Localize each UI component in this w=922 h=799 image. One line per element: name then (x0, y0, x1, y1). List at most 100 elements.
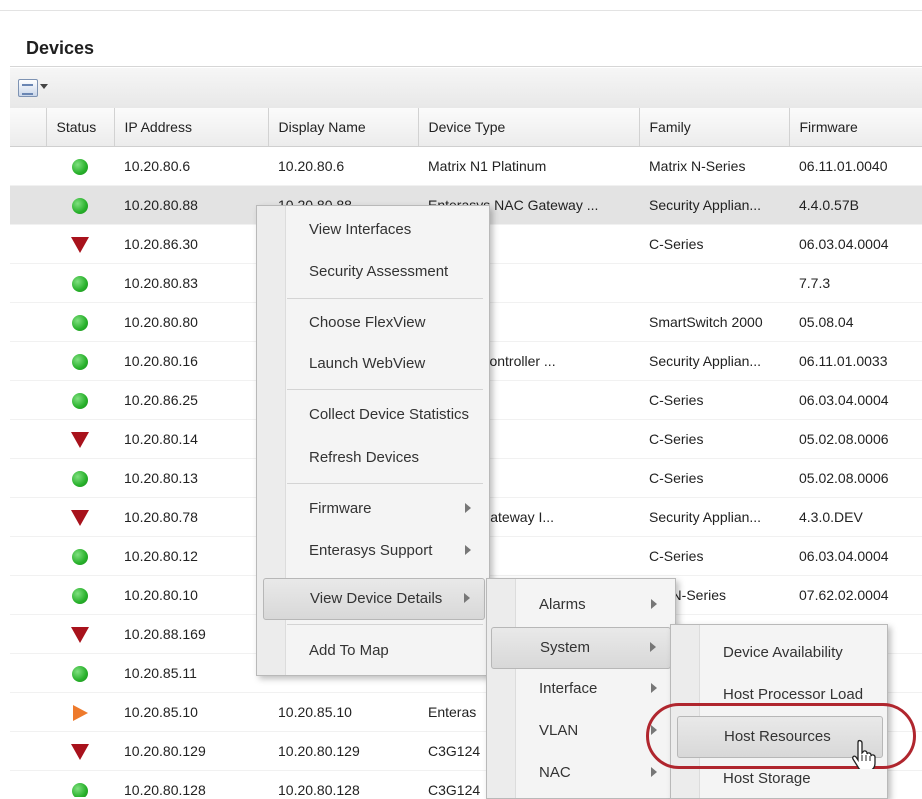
display-name-cell: 10.20.85.10 (268, 692, 418, 732)
column-header-status[interactable]: Status (46, 108, 115, 147)
status-down-icon (71, 236, 89, 253)
column-header-firmware[interactable]: Firmware (789, 108, 922, 147)
panel-divider (10, 66, 922, 67)
ip-address-cell: 10.20.80.80 (114, 302, 268, 342)
family-cell: Security Applian... (639, 497, 789, 537)
top-strip (0, 0, 922, 11)
column-header-ip-address[interactable]: IP Address (114, 108, 269, 147)
status-up-icon (72, 587, 88, 604)
status-cell (46, 419, 114, 459)
submenu-arrow-icon (651, 767, 657, 777)
ip-address-cell: 10.20.80.128 (114, 770, 268, 797)
status-cell (46, 575, 114, 615)
status-cell (46, 458, 114, 498)
column-header-display-name[interactable]: Display Name (268, 108, 419, 147)
grid-toolbar (10, 68, 922, 109)
status-down-icon (71, 626, 89, 643)
firmware-cell: 06.03.04.0004 (789, 380, 922, 420)
firmware-cell: 06.03.04.0004 (789, 224, 922, 264)
device-context-menu: View Interfaces Security Assessment Choo… (256, 205, 490, 676)
menu-item-alarms[interactable]: Alarms (515, 585, 671, 625)
row-spacer (10, 263, 46, 303)
status-up-icon (72, 470, 88, 487)
family-cell: Matrix N-Series (639, 146, 789, 186)
firmware-cell: 05.02.08.0006 (789, 458, 922, 498)
ip-address-cell: 10.20.86.25 (114, 380, 268, 420)
menu-item-label: Firmware (309, 500, 372, 517)
display-name-cell: 10.20.80.6 (268, 146, 418, 186)
table-header: Status IP Address Display Name Device Ty… (10, 108, 922, 147)
column-header-family[interactable]: Family (639, 108, 790, 147)
status-cell (46, 692, 114, 732)
status-cell (46, 263, 114, 303)
display-name-cell: 10.20.80.128 (268, 770, 418, 797)
status-cell (46, 224, 114, 264)
ip-address-cell: 10.20.85.10 (114, 692, 268, 732)
ip-address-cell: 10.20.80.129 (114, 731, 268, 771)
status-down-icon (71, 509, 89, 526)
menu-item-security-assessment[interactable]: Security Assessment (285, 252, 485, 292)
family-cell (639, 263, 789, 303)
family-cell: C-Series (639, 380, 789, 420)
family-cell: C-Series (639, 458, 789, 498)
menu-item-interface[interactable]: Interface (515, 669, 671, 709)
firmware-cell: 06.11.01.0040 (789, 146, 922, 186)
row-spacer (10, 497, 46, 537)
status-cell (46, 731, 114, 771)
chevron-down-icon[interactable] (40, 84, 48, 89)
status-up-icon (72, 353, 88, 370)
menu-item-add-to-map[interactable]: Add To Map (285, 631, 485, 671)
row-spacer (10, 653, 46, 693)
menu-separator (287, 389, 483, 390)
menu-item-system[interactable]: System (491, 627, 671, 669)
menu-item-label: Alarms (539, 596, 586, 613)
menu-item-view-device-details[interactable]: View Device Details (263, 578, 485, 620)
family-cell: C-Series (639, 224, 789, 264)
ip-address-cell: 10.20.85.11 (114, 653, 268, 693)
menu-item-collect-device-statistics[interactable]: Collect Device Statistics (285, 395, 485, 435)
firmware-cell: 05.08.04 (789, 302, 922, 342)
menu-item-choose-flexview[interactable]: Choose FlexView (285, 303, 485, 343)
firmware-cell: 06.11.01.0033 (789, 341, 922, 381)
menu-item-refresh-devices[interactable]: Refresh Devices (285, 438, 485, 478)
menu-item-label: View Device Details (310, 590, 443, 607)
row-spacer (10, 614, 46, 654)
firmware-cell: 07.62.02.0004 (789, 575, 922, 615)
menu-item-device-availability[interactable]: Device Availability (699, 633, 883, 673)
menu-item-label: NAC (539, 764, 571, 781)
status-up-icon (72, 314, 88, 331)
grid-options-icon[interactable] (18, 79, 38, 97)
column-header-device-type[interactable]: Device Type (418, 108, 640, 147)
ip-address-cell: 10.20.80.6 (114, 146, 268, 186)
menu-item-firmware[interactable]: Firmware (285, 489, 485, 529)
menu-item-launch-webview[interactable]: Launch WebView (285, 344, 485, 384)
status-cell (46, 497, 114, 537)
menu-item-nac[interactable]: NAC (515, 753, 671, 793)
device-details-submenu: Alarms System Interface VLAN NAC (486, 578, 676, 799)
family-cell: C-Series (639, 419, 789, 459)
table-row[interactable]: 10.20.80.6 10.20.80.6 Matrix N1 Platinum Ma… (10, 146, 922, 186)
family-cell: C-Series (639, 536, 789, 576)
status-down-icon (71, 431, 89, 448)
menu-item-view-interfaces[interactable]: View Interfaces (285, 210, 485, 250)
ip-address-cell: 10.20.80.14 (114, 419, 268, 459)
menu-gutter (487, 579, 516, 798)
menu-separator (287, 483, 483, 484)
row-spacer (10, 770, 46, 797)
status-cell (46, 380, 114, 420)
status-cell (46, 536, 114, 576)
ip-address-cell: 10.20.80.10 (114, 575, 268, 615)
menu-item-enterasys-support[interactable]: Enterasys Support (285, 531, 485, 571)
status-cell (46, 302, 114, 342)
ip-address-cell: 10.20.80.83 (114, 263, 268, 303)
status-up-icon (72, 782, 88, 797)
submenu-arrow-icon (651, 599, 657, 609)
status-cell (46, 185, 114, 225)
row-spacer (10, 575, 46, 615)
row-spacer (10, 536, 46, 576)
firmware-cell: 4.3.0.DEV (789, 497, 922, 537)
row-spacer (10, 380, 46, 420)
status-up-icon (72, 158, 88, 175)
ip-address-cell: 10.20.80.78 (114, 497, 268, 537)
status-up-icon (72, 548, 88, 565)
